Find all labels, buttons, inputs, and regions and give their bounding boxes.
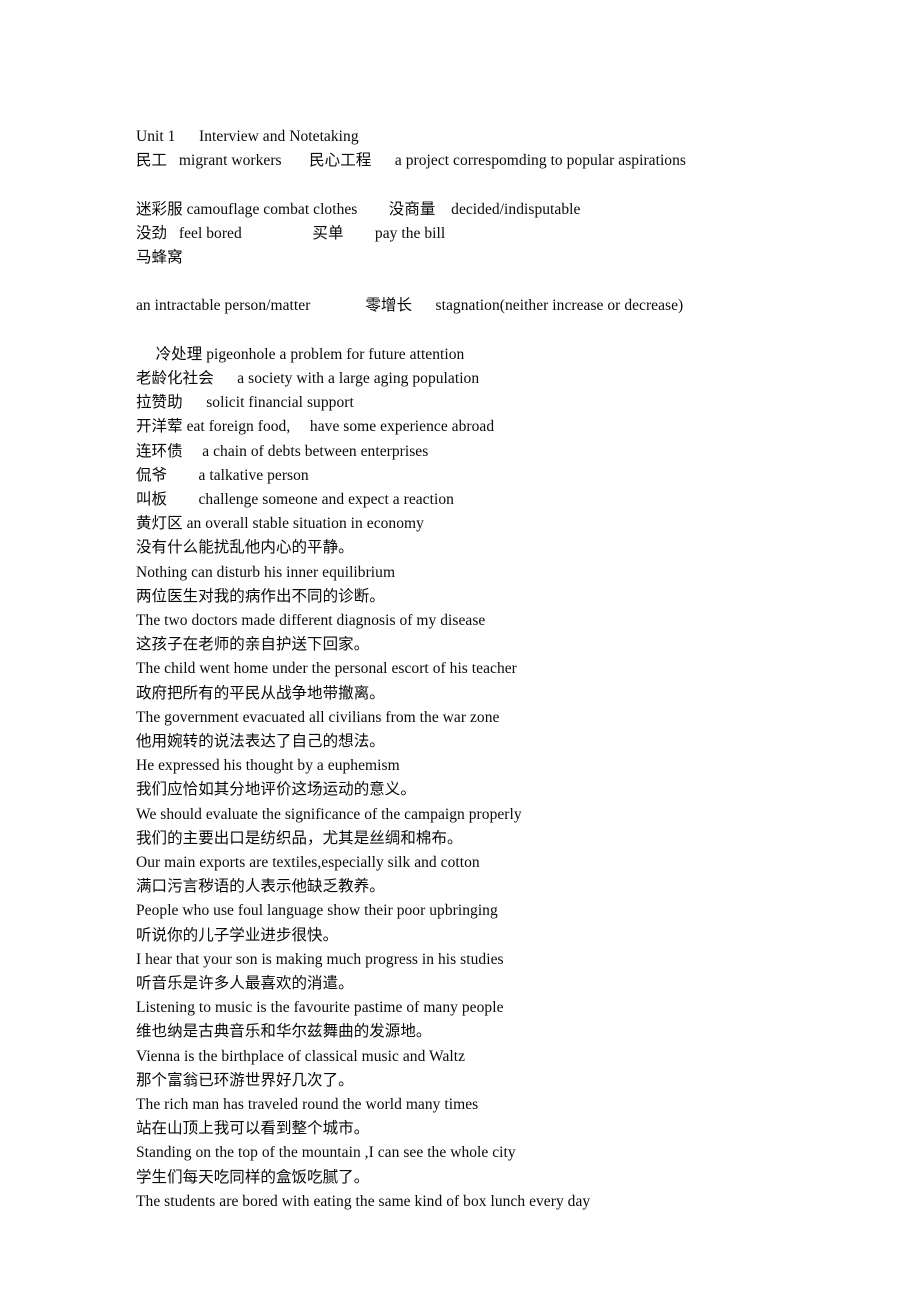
document-line: Vienna is the birthplace of classical mu… <box>136 1047 466 1065</box>
document-line: The child went home under the personal e… <box>136 660 517 678</box>
document-line: 拉赞助 solicit financial support <box>136 394 354 412</box>
document-line: Nothing can disturb his inner equilibriu… <box>136 563 396 581</box>
document-line: 那个富翁已环游世界好几次了。 <box>136 1071 354 1089</box>
document-line: Listening to music is the favourite past… <box>136 999 504 1017</box>
document-line: The two doctors made different diagnosis… <box>136 612 486 630</box>
document-line: an intractable person/matter 零增长 stagnat… <box>136 297 684 315</box>
document-line: 这孩子在老师的亲自护送下回家。 <box>136 636 370 654</box>
document-line: 没劲 feel bored 买单 pay the bill <box>136 224 446 242</box>
document-line: People who use foul language show their … <box>136 902 498 920</box>
document-line: 民工 migrant workers 民心工程 a project corres… <box>136 152 686 170</box>
document-line-blank <box>136 319 856 343</box>
document-line: Unit 1 Interview and Notetaking <box>136 128 359 145</box>
document-line: The rich man has traveled round the worl… <box>136 1096 479 1114</box>
document-line: Standing on the top of the mountain ,I c… <box>136 1144 516 1162</box>
document-line: 站在山顶上我可以看到整个城市。 <box>136 1120 370 1138</box>
document-line: He expressed his thought by a euphemism <box>136 757 400 775</box>
document-line: 没有什么能扰乱他内心的平静。 <box>136 539 354 557</box>
document-line: 他用婉转的说法表达了自己的想法。 <box>136 733 385 751</box>
document-line-blank <box>136 270 856 294</box>
document-line: 冷处理 pigeonhole a problem for future atte… <box>136 345 465 363</box>
document-line: 听音乐是许多人最喜欢的消遣。 <box>136 975 354 993</box>
document-line: 我们应恰如其分地评价这场运动的意义。 <box>136 781 416 799</box>
document-line: 我们的主要出口是纺织品，尤其是丝绸和棉布。 <box>136 829 463 847</box>
document-line: 开洋荤 eat foreign food, have some experien… <box>136 418 495 436</box>
document-line: 连环债 a chain of debts between enterprises <box>136 442 429 460</box>
document-line: We should evaluate the significance of t… <box>136 805 522 823</box>
document-line: 维也纳是古典音乐和华尔兹舞曲的发源地。 <box>136 1023 432 1041</box>
document-line: 满口污言秽语的人表示他缺乏教养。 <box>136 878 385 896</box>
document-line: The government evacuated all civilians f… <box>136 708 500 726</box>
document-line: 老龄化社会 a society with a large aging popul… <box>136 369 480 387</box>
document-text-body: Unit 1 Interview and Notetaking 民工 migra… <box>136 125 856 1214</box>
document-line: 学生们每天吃同样的盒饭吃腻了。 <box>136 1168 370 1186</box>
document-line: The students are bored with eating the s… <box>136 1192 591 1210</box>
document-line: 听说你的儿子学业进步很快。 <box>136 926 339 944</box>
document-page: Unit 1 Interview and Notetaking 民工 migra… <box>0 0 920 1302</box>
document-line: 叫板 challenge someone and expect a reacti… <box>136 491 454 508</box>
document-line: Our main exports are textiles,especially… <box>136 854 480 872</box>
document-line: 侃爷 a talkative person <box>136 466 309 484</box>
document-line: 两位医生对我的病作出不同的诊断。 <box>136 587 385 605</box>
document-line: 政府把所有的平民从战争地带撤离。 <box>136 684 385 702</box>
document-line: 迷彩服 camouflage combat clothes 没商量 decide… <box>136 200 581 218</box>
document-line-blank <box>136 173 856 197</box>
document-line: I hear that your son is making much prog… <box>136 950 504 968</box>
document-line: 马蜂窝 <box>136 249 183 266</box>
document-line: 黄灯区 an overall stable situation in econo… <box>136 515 424 533</box>
